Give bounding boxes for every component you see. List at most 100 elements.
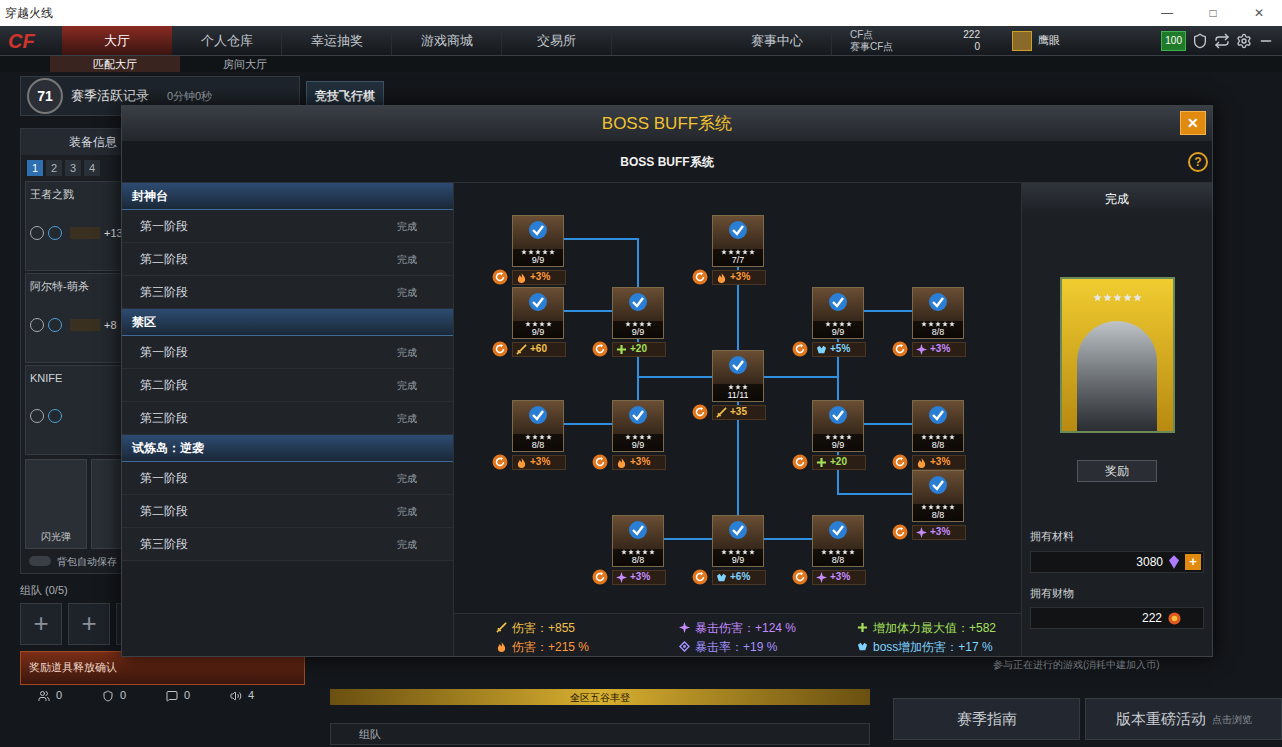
stats-summary: 伤害：+855伤害：+215 %暴击伤害：+124 %暴击率：+19 %增加体力… xyxy=(454,613,1021,656)
refresh-icon[interactable] xyxy=(892,341,908,357)
nav-tab[interactable]: 个人仓库 xyxy=(172,26,282,55)
buff-node[interactable]: 8/8 xyxy=(912,287,964,339)
check-icon xyxy=(828,520,848,540)
refresh-icon[interactable] xyxy=(892,524,908,540)
status-icon xyxy=(230,690,242,702)
stage-phase[interactable]: 第二阶段完成 xyxy=(122,369,453,402)
help-button[interactable]: ? xyxy=(1188,152,1208,172)
stage-phase[interactable]: 第三阶段完成 xyxy=(122,402,453,435)
refresh-icon[interactable] xyxy=(492,269,508,285)
buff-node[interactable]: 9/9 xyxy=(512,215,564,267)
status-icon xyxy=(102,690,114,702)
currencies: CF点222赛事CF点0 xyxy=(850,29,980,53)
boss-buff-dialog: BOSS BUFF系统✕BOSS BUFF系统?封神台第一阶段完成第二阶段完成第… xyxy=(121,105,1213,657)
status-counter[interactable]: 0 xyxy=(20,687,80,704)
close-button[interactable]: ✕ xyxy=(1180,111,1206,135)
season-guide-button[interactable]: 赛季指南 xyxy=(893,698,1080,740)
stage-phase[interactable]: 第二阶段完成 xyxy=(122,495,453,528)
flame-icon xyxy=(516,457,527,468)
buff-node-label: +35 xyxy=(692,404,766,420)
buff-node[interactable]: 8/8 xyxy=(812,515,864,567)
buff-node[interactable]: 11/11 xyxy=(712,350,764,402)
stage-phase[interactable]: 第一阶段完成 xyxy=(122,336,453,369)
buff-tree-panel: 9/9 9/9 9/9 7/7 11/11 9/9 8/8 8/8 9/9 9/9 8/8 8/8 8/… xyxy=(454,183,1021,656)
star-icon xyxy=(525,321,531,327)
minimize-icon[interactable] xyxy=(1258,33,1274,49)
loadout-tab[interactable]: 1 xyxy=(27,160,43,176)
stage-header[interactable]: 禁区 xyxy=(122,309,453,336)
star-icon xyxy=(1133,293,1142,302)
window-control-button[interactable]: □ xyxy=(1190,0,1236,26)
buff-node[interactable]: 8/8 xyxy=(912,470,964,522)
buff-node[interactable]: 7/7 xyxy=(712,215,764,267)
stage-phase[interactable]: 第一阶段完成 xyxy=(122,462,453,495)
loadout-tab[interactable]: 2 xyxy=(46,160,62,176)
player-avatar[interactable] xyxy=(1012,31,1032,51)
buff-node[interactable]: 9/9 xyxy=(612,287,664,339)
loadout-tab[interactable]: 3 xyxy=(65,160,81,176)
stage-phase[interactable]: 第三阶段完成 xyxy=(122,276,453,309)
star-icon xyxy=(1113,293,1122,302)
status-counter[interactable]: 0 xyxy=(84,687,144,704)
buff-node[interactable]: 9/9 xyxy=(812,400,864,452)
event-button[interactable]: 版本重磅活动点击浏览 xyxy=(1085,698,1282,740)
refresh-icon[interactable] xyxy=(692,404,708,420)
refresh-icon[interactable] xyxy=(792,341,808,357)
status-counter[interactable]: 4 xyxy=(212,687,272,704)
sub-tab[interactable]: 房间大厅 xyxy=(180,56,310,72)
star-rating xyxy=(825,434,852,440)
window-control-button[interactable]: — xyxy=(1144,0,1190,26)
buff-node[interactable]: 8/8 xyxy=(912,400,964,452)
stage-header[interactable]: 封神台 xyxy=(122,183,453,210)
stage-phase[interactable]: 第二阶段完成 xyxy=(122,243,453,276)
refresh-icon[interactable] xyxy=(492,454,508,470)
switch-icon[interactable] xyxy=(1214,33,1230,49)
star-rating xyxy=(921,321,955,327)
star-icon xyxy=(721,249,727,255)
check-icon xyxy=(628,292,648,312)
buff-node-label: +3% xyxy=(592,569,666,585)
add-materials-button[interactable]: + xyxy=(1185,554,1201,570)
window-control-button[interactable]: ✕ xyxy=(1236,0,1282,26)
stage-header[interactable]: 试炼岛：逆袭 xyxy=(122,435,453,462)
buff-node[interactable]: 8/8 xyxy=(612,515,664,567)
buff-node[interactable]: 9/9 xyxy=(612,400,664,452)
top-nav: CF大厅个人仓库幸运抽奖游戏商城交易所赛事中心CF点222赛事CF点0鹰眼100 xyxy=(0,26,1282,56)
refresh-icon[interactable] xyxy=(892,454,908,470)
buff-node[interactable]: 9/9 xyxy=(712,515,764,567)
gear-icon[interactable] xyxy=(1236,33,1252,49)
stage-list: 封神台第一阶段完成第二阶段完成第三阶段完成禁区第一阶段完成第二阶段完成第三阶段完… xyxy=(122,183,454,656)
nav-tab[interactable]: 交易所 xyxy=(502,26,612,55)
status-counter[interactable]: 0 xyxy=(148,687,208,704)
coin-icon xyxy=(1168,612,1181,625)
buff-node[interactable]: 9/9 xyxy=(512,287,564,339)
shield-icon[interactable] xyxy=(1192,33,1208,49)
sub-tab[interactable]: 匹配大厅 xyxy=(50,56,180,72)
refresh-icon[interactable] xyxy=(792,569,808,585)
star-icon xyxy=(625,434,631,440)
refresh-icon[interactable] xyxy=(492,341,508,357)
nav-tab[interactable]: 幸运抽奖 xyxy=(282,26,392,55)
buff-node[interactable]: 9/9 xyxy=(812,287,864,339)
refresh-icon[interactable] xyxy=(792,454,808,470)
refresh-icon[interactable] xyxy=(592,341,608,357)
nav-tab[interactable]: 赛事中心 xyxy=(722,26,832,55)
stage-phase[interactable]: 第三阶段完成 xyxy=(122,528,453,561)
grenade-card[interactable]: 闪光弹 xyxy=(25,459,87,549)
star-rating xyxy=(728,384,748,390)
team-slot[interactable]: + xyxy=(20,603,62,645)
stage-phase[interactable]: 第一阶段完成 xyxy=(122,210,453,243)
loadout-tab[interactable]: 4 xyxy=(84,160,100,176)
check-icon xyxy=(728,520,748,540)
refresh-icon[interactable] xyxy=(592,569,608,585)
nav-tab[interactable]: 游戏商城 xyxy=(392,26,502,55)
refresh-icon[interactable] xyxy=(692,269,708,285)
nav-tab[interactable]: 大厅 xyxy=(62,26,172,55)
refresh-icon[interactable] xyxy=(692,569,708,585)
team-slot[interactable]: + xyxy=(68,603,110,645)
refresh-icon[interactable] xyxy=(592,454,608,470)
reward-button[interactable]: 奖励 xyxy=(1077,460,1157,482)
buff-node[interactable]: 8/8 xyxy=(512,400,564,452)
autosave-toggle[interactable] xyxy=(29,556,51,566)
chat-bar[interactable]: 组队 xyxy=(330,723,870,745)
